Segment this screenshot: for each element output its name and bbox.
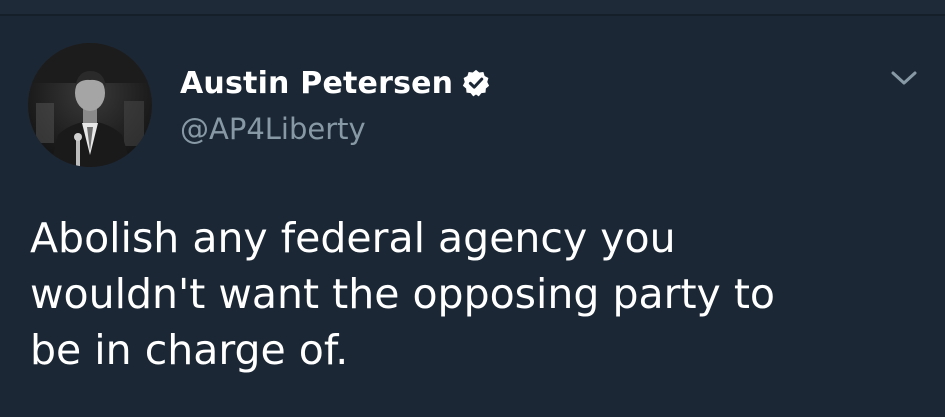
- verified-badge-icon: [463, 69, 490, 97]
- author-handle[interactable]: @AP4Liberty: [180, 112, 366, 146]
- tweet-line: wouldn't want the opposing party to: [30, 270, 776, 318]
- avatar-photo: [28, 43, 152, 167]
- display-name[interactable]: Austin Petersen: [180, 66, 453, 101]
- avatar[interactable]: [28, 43, 152, 167]
- tweet-text: Abolish any federal agency you wouldn't …: [30, 210, 930, 378]
- author-name-row[interactable]: Austin Petersen: [180, 62, 491, 104]
- tweet-card: Austin Petersen @AP4Liberty Abolish any …: [0, 0, 945, 417]
- tweet-line: be in charge of.: [30, 326, 349, 374]
- tweet-line: Abolish any federal agency you: [30, 214, 676, 262]
- chevron-down-icon[interactable]: [888, 66, 920, 90]
- top-divider: [0, 0, 945, 16]
